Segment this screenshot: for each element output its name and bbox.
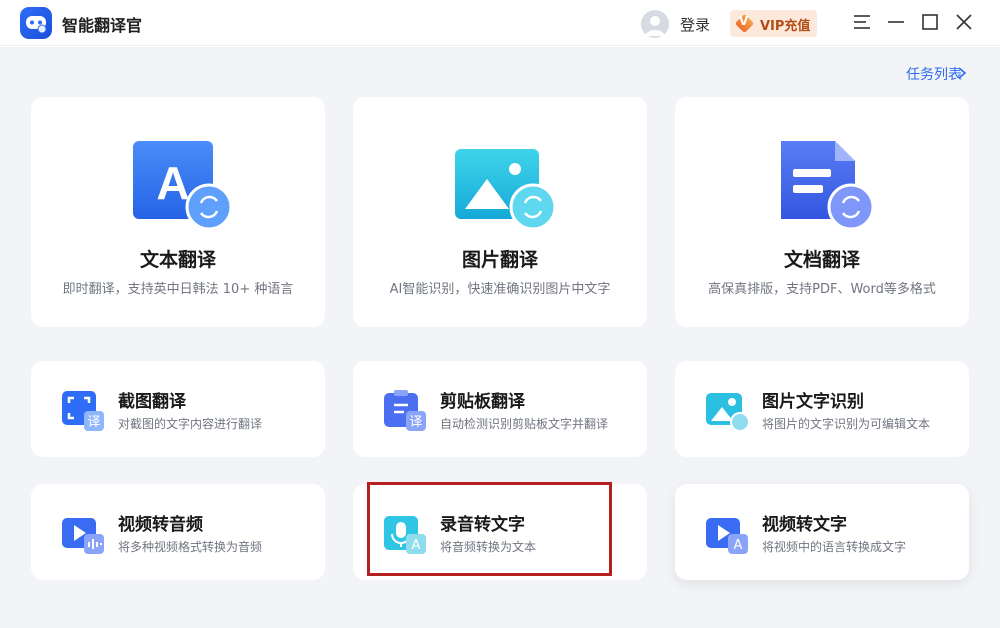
card-title: 文档翻译 [783,249,860,271]
avatar[interactable] [641,10,669,38]
text-badge-icon: A [734,538,743,553]
video-to-audio-card[interactable]: 视频转音频 将多种视频格式转换为音频 [31,484,325,580]
card-title: 图片文字识别 [762,392,864,412]
highlight-annotation-box [367,482,612,576]
vip-label: VIP充值 [760,19,811,34]
card-title: 视频转音频 [118,515,203,535]
video-to-audio-icon [60,512,106,556]
translate-badge-icon: 译 [409,415,422,430]
card-description: 自动检测识别剪贴板文字并翻译 [440,417,609,431]
minimize-icon[interactable] [884,10,908,34]
card-description: 对截图的文字内容进行翻译 [118,417,263,431]
card-description: 将图片的文字识别为可编辑文本 [762,417,931,431]
clipboard-translate-card[interactable]: 译 剪贴板翻译 自动检测识别剪贴板文字并翻译 [353,361,647,457]
image-ocr-icon [704,389,750,433]
screenshot-translate-icon: 译 [60,389,106,433]
screenshot-translate-card[interactable]: 译 截图翻译 对截图的文字内容进行翻译 [31,361,325,457]
close-icon[interactable] [952,10,976,34]
app-logo-icon [20,7,52,39]
document-translate-icon [775,139,879,235]
video-to-text-card[interactable]: A 视频转文字 将视频中的语言转换成文字 [675,484,969,580]
card-title: 视频转文字 [762,515,847,535]
card-title: 截图翻译 [118,392,186,412]
card-description: 高保真排版，支持PDF、Word等多格式 [708,282,936,297]
document-translate-card[interactable]: 文档翻译 高保真排版，支持PDF、Word等多格式 [675,97,969,327]
title-bar: 智能翻译官 登录 V VIP充值 [0,0,1000,46]
card-description: 即时翻译，支持英中日韩法 10+ 种语言 [62,282,294,297]
vip-recharge-button[interactable]: V VIP充值 [730,10,817,37]
image-translate-card[interactable]: 图片翻译 AI智能识别，快速准确识别图片中文字 [353,97,647,327]
image-translate-icon [453,139,557,235]
main-area: 任务列表 A 文本翻译 即时翻译，支持英中日韩法 10+ 种语言 图片翻译 AI… [0,47,1000,628]
card-title: 图片翻译 [461,249,538,271]
card-title: 文本翻译 [139,249,216,271]
task-list-link[interactable]: 任务列表 [906,64,962,84]
clipboard-translate-icon: 译 [382,389,428,433]
video-to-text-icon: A [704,512,750,556]
translate-badge-icon: 译 [87,415,100,430]
card-description: 将多种视频格式转换为音频 [118,540,263,554]
login-link[interactable]: 登录 [680,14,710,35]
menu-icon[interactable] [850,10,874,34]
vip-badge-letter: V [739,14,749,28]
text-translate-card[interactable]: A 文本翻译 即时翻译，支持英中日韩法 10+ 种语言 [31,97,325,327]
chevron-right-icon [956,65,968,79]
maximize-icon[interactable] [918,10,942,34]
card-description: AI智能识别，快速准确识别图片中文字 [389,282,611,297]
text-translate-letter: A [156,157,189,209]
image-ocr-card[interactable]: 图片文字识别 将图片的文字识别为可编辑文本 [675,361,969,457]
app-title: 智能翻译官 [62,16,143,35]
card-title: 剪贴板翻译 [440,392,525,412]
text-translate-icon: A [131,139,235,235]
card-description: 将视频中的语言转换成文字 [762,540,907,554]
